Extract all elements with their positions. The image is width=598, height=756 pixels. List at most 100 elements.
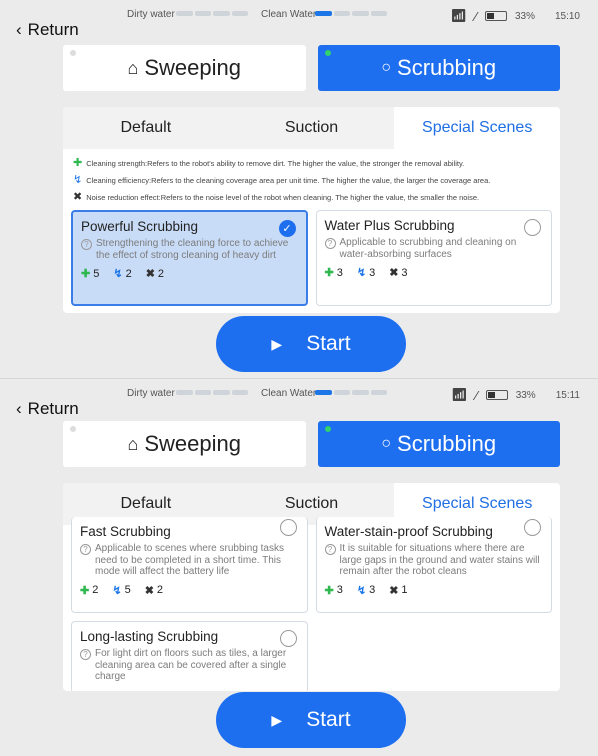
mode-indicator-dot <box>324 50 331 56</box>
help-icon: ? <box>80 649 91 660</box>
wifi-icon: 📶︎ <box>450 8 467 23</box>
scrubbing-mode-button[interactable]: ○ Scrubbing <box>317 421 560 467</box>
battery-icon <box>484 11 507 21</box>
tab-default[interactable]: Default <box>63 107 229 149</box>
efficiency-stat: ↯ 5 <box>112 584 131 597</box>
noise-reduction-icon: ✖ <box>144 584 154 597</box>
mode-selector: ⌂ Sweeping ○ Scrubbing <box>63 45 560 91</box>
card-stats: ✚ 3 ↯ 3 ✖ 1 <box>325 584 544 597</box>
scene-card-fast-scrubbing[interactable]: Fast Scrubbing ? Applicable to scenes whe… <box>71 517 308 613</box>
strength-icon: ✚ <box>324 584 334 597</box>
radio-button[interactable] <box>524 219 541 236</box>
return-label: Return <box>27 20 79 39</box>
water-drop-icon: ○ <box>381 59 392 76</box>
clock: 15:10 <box>554 10 580 22</box>
system-icons: 📶︎ ∕ 33% 15:10 <box>450 8 598 24</box>
tab-bar: Default Suction Special Scenes <box>63 107 560 149</box>
noise-stat: ✖ 2 <box>145 267 165 281</box>
card-title: Fast Scrubbing <box>80 524 171 539</box>
start-button[interactable]: ▶ Start <box>216 316 406 372</box>
dirty-water-level <box>176 390 248 395</box>
scene-card-water-plus-scrubbing[interactable]: Water Plus Scrubbing ? Applicable to scru… <box>315 210 552 306</box>
clock: 15:11 <box>555 389 580 401</box>
start-button[interactable]: ▶ Start <box>216 692 406 748</box>
scene-cards: Fast Scrubbing ? Applicable to scenes whe… <box>63 517 560 691</box>
noise-stat: ✖ 3 <box>389 266 408 280</box>
broom-icon: ⌂ <box>127 433 139 454</box>
return-button[interactable]: ‹ Return <box>16 20 79 40</box>
sweeping-mode-button[interactable]: ⌂ Sweeping <box>63 45 306 91</box>
clean-water-level <box>315 11 387 16</box>
help-icon: ? <box>324 238 336 249</box>
sweeping-label: Sweeping <box>144 431 241 456</box>
card-stats: ✚ 3 ↯ 3 ✖ 3 <box>324 266 544 280</box>
status-bar: Dirty water Clean Water 📶︎ ∕ 33% 15:10 <box>0 0 598 26</box>
card-description: ? Strengthening the cleaning force to ach… <box>81 238 298 261</box>
scene-cards: Powerful Scrubbing ✓ ? Strengthening the … <box>63 206 560 306</box>
play-icon: ▶ <box>271 711 283 728</box>
strength-icon: ✚ <box>73 157 83 169</box>
wifi-icon: 📶︎ <box>451 387 468 402</box>
radio-button[interactable] <box>279 630 297 647</box>
efficiency-icon: ↯ <box>112 584 122 597</box>
card-stats: ✚ 5 ↯ 2 ✖ 2 <box>81 267 298 281</box>
strength-stat: ✚ 2 <box>80 584 99 597</box>
card-title: Water Plus Scrubbing <box>324 218 455 233</box>
scene-card-long-lasting-scrubbing[interactable]: Long-lasting Scrubbing ? For light dirt o… <box>71 621 308 691</box>
card-description: ? It is suitable for situations where the… <box>324 543 544 578</box>
noise-stat: ✖ 1 <box>389 584 408 597</box>
help-icon: ? <box>324 544 336 555</box>
strength-stat: ✚ 3 <box>324 266 343 280</box>
scene-card-powerful-scrubbing[interactable]: Powerful Scrubbing ✓ ? Strengthening the … <box>71 210 308 306</box>
clean-water-label: Clean Water <box>261 9 317 20</box>
efficiency-icon: ↯ <box>113 268 123 280</box>
screen-2: Dirty water Clean Water 📶︎ ∕ 33% 15:11 ‹… <box>0 378 598 756</box>
no-signal-icon: ∕ <box>475 387 478 403</box>
battery-icon <box>485 390 508 400</box>
mode-indicator-dot <box>324 426 331 432</box>
chevron-left-icon: ‹ <box>16 399 22 418</box>
strength-icon: ✚ <box>324 267 334 279</box>
sweeping-mode-button[interactable]: ⌂ Sweeping <box>63 421 306 467</box>
noise-reduction-icon: ✖ <box>389 267 399 279</box>
no-signal-icon: ∕ <box>474 8 477 24</box>
screen-1: Dirty water Clean Water 📶︎ ∕ 33% 15:10 ‹… <box>0 0 598 378</box>
legend-strength: ✚ Cleaning strength:Refers to the robot's… <box>73 157 465 169</box>
chevron-left-icon: ‹ <box>16 20 22 39</box>
start-label: Start <box>306 708 351 731</box>
card-title: Long-lasting Scrubbing <box>80 629 219 644</box>
strength-stat: ✚ 3 <box>324 584 343 597</box>
strength-icon: ✚ <box>80 584 90 597</box>
mode-selector: ⌂ Sweeping ○ Scrubbing <box>63 421 560 467</box>
tab-suction[interactable]: Suction <box>229 107 395 149</box>
noise-reduction-icon: ✖ <box>73 191 83 203</box>
battery-percent: 33% <box>515 389 536 401</box>
strength-stat: ✚ 5 <box>81 267 100 281</box>
return-button[interactable]: ‹ Return <box>16 399 79 419</box>
battery-percent: 33% <box>514 10 535 22</box>
radio-button[interactable] <box>524 519 541 536</box>
card-description: ? Applicable to scrubbing and cleaning on… <box>324 237 544 260</box>
legend: ✚ Cleaning strength:Refers to the robot's… <box>63 149 560 206</box>
radio-button[interactable] <box>279 519 297 536</box>
noise-reduction-icon: ✖ <box>145 268 155 280</box>
return-label: Return <box>27 399 79 418</box>
status-bar: Dirty water Clean Water 📶︎ ∕ 33% 15:11 <box>0 379 598 405</box>
broom-icon: ⌂ <box>127 57 139 78</box>
water-drop-icon: ○ <box>381 435 392 452</box>
efficiency-stat: ↯ 3 <box>356 584 376 597</box>
strength-icon: ✚ <box>81 268 91 280</box>
dirty-water-level <box>176 11 248 16</box>
mode-indicator-dot <box>70 426 76 432</box>
efficiency-icon: ↯ <box>356 584 367 597</box>
clean-water-level <box>315 390 387 395</box>
tab-special-scenes[interactable]: Special Scenes <box>394 107 560 149</box>
efficiency-icon: ↯ <box>73 174 83 186</box>
card-title: Powerful Scrubbing <box>81 219 199 234</box>
scene-card-water-stain-proof-scrubbing[interactable]: Water-stain-proof Scrubbing ? It is suita… <box>315 517 552 613</box>
scrubbing-label: Scrubbing <box>397 431 497 456</box>
noise-stat: ✖ 2 <box>144 584 164 597</box>
clean-water-label: Clean Water <box>261 388 317 399</box>
scrubbing-mode-button[interactable]: ○ Scrubbing <box>317 45 560 91</box>
checkmark-icon[interactable]: ✓ <box>278 220 296 237</box>
